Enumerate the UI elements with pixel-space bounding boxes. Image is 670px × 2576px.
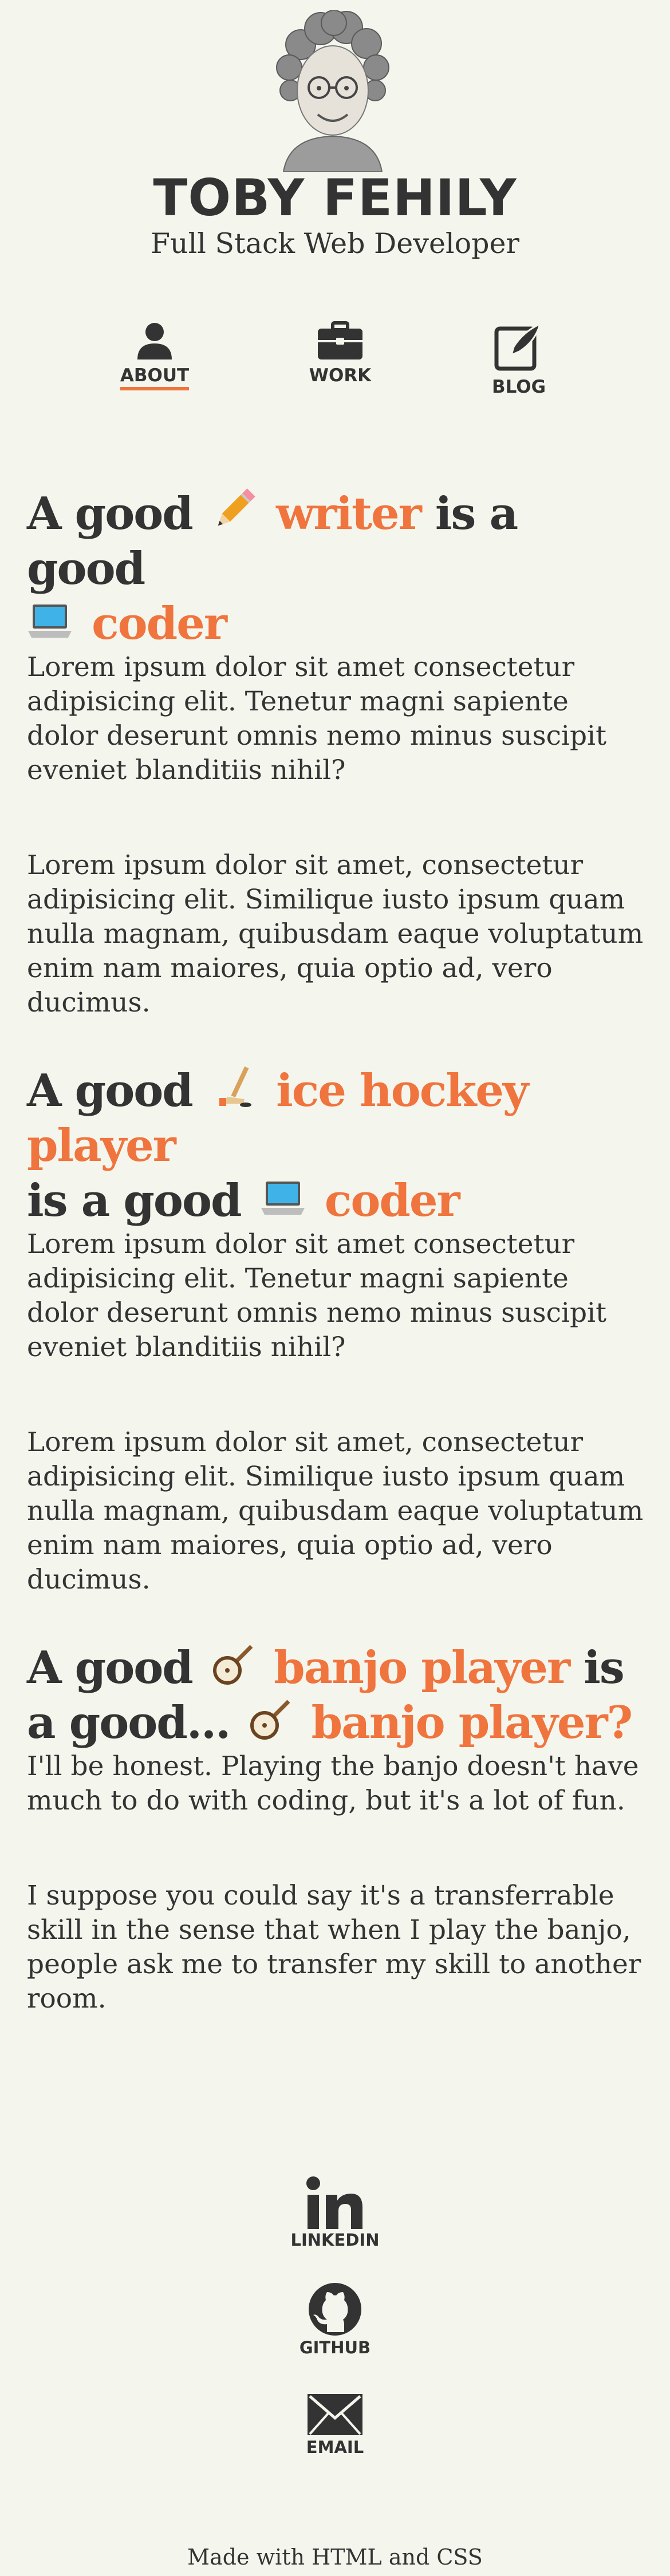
banjo-icon [250, 1700, 290, 1740]
nav-item-work[interactable]: WORK [283, 321, 397, 386]
linkedin-label: LINKEDIN [290, 2230, 380, 2250]
heading-text: is a good [27, 1175, 242, 1227]
linkedin-icon [306, 2176, 362, 2229]
about-section-writer: A good writer is a good coder Lorem ipsu… [27, 487, 645, 1020]
heading-text: A good [27, 1642, 194, 1694]
pencil-icon [218, 488, 255, 526]
section-paragraph: Lorem ipsum dolor sit amet, consectetur … [27, 1427, 644, 1595]
section-paragraph: I suppose you could say it's a transferr… [27, 1880, 641, 2014]
linkedin-link[interactable]: LINKEDIN [278, 2175, 392, 2250]
nav-item-about[interactable]: ABOUT [97, 321, 212, 390]
section-paragraph: Lorem ipsum dolor sit amet consectetur a… [27, 651, 606, 786]
heading-highlight: writer [276, 488, 422, 540]
section-paragraph: I'll be honest. Playing the banjo doesn'… [27, 1751, 639, 1816]
section-heading: A good banjo player is a good... banjo p… [27, 1641, 645, 1751]
email-label: EMAIL [306, 2437, 364, 2457]
site-subtitle: Full Stack Web Developer [151, 227, 519, 260]
nav-item-label: ABOUT [120, 365, 190, 390]
github-link[interactable]: GITHUB [278, 2282, 392, 2357]
edit-icon [494, 322, 542, 371]
site-title: TOBY FEHILY [153, 168, 517, 227]
footer-credit: Made with HTML and CSS [187, 2545, 483, 2570]
heading-highlight: banjo player [274, 1642, 570, 1694]
person-icon [137, 323, 172, 359]
hockey-stick-icon [219, 1066, 251, 1107]
laptop-icon [261, 1182, 305, 1215]
nav-item-blog[interactable]: BLOG [462, 321, 576, 397]
email-link[interactable]: EMAIL [278, 2393, 392, 2457]
main-nav: ABOUT WORK BLOG [0, 321, 670, 406]
about-section-hockey: A good ice hockey player is a good coder… [27, 1064, 645, 1597]
section-heading: A good writer is a good coder [27, 487, 645, 651]
briefcase-icon [318, 321, 362, 359]
nav-item-label: BLOG [491, 377, 546, 397]
heading-highlight: coder [92, 598, 227, 650]
avatar [276, 10, 389, 172]
github-label: GITHUB [299, 2338, 371, 2357]
heading-text: A good [27, 1065, 194, 1117]
heading-text: A good [27, 488, 194, 540]
section-heading: A good ice hockey player is a good coder [27, 1064, 645, 1228]
heading-highlight: coder [324, 1175, 460, 1227]
laptop-icon [28, 605, 72, 638]
about-section-banjo: A good banjo player is a good... banjo p… [27, 1641, 645, 2016]
section-paragraph: Lorem ipsum dolor sit amet consectetur a… [27, 1228, 606, 1363]
nav-item-label: WORK [309, 365, 372, 386]
heading-highlight: banjo player? [311, 1697, 633, 1749]
banjo-icon [212, 1645, 253, 1685]
github-icon [309, 2283, 361, 2336]
section-paragraph: Lorem ipsum dolor sit amet, consectetur … [27, 850, 644, 1018]
envelope-icon [308, 2394, 362, 2435]
